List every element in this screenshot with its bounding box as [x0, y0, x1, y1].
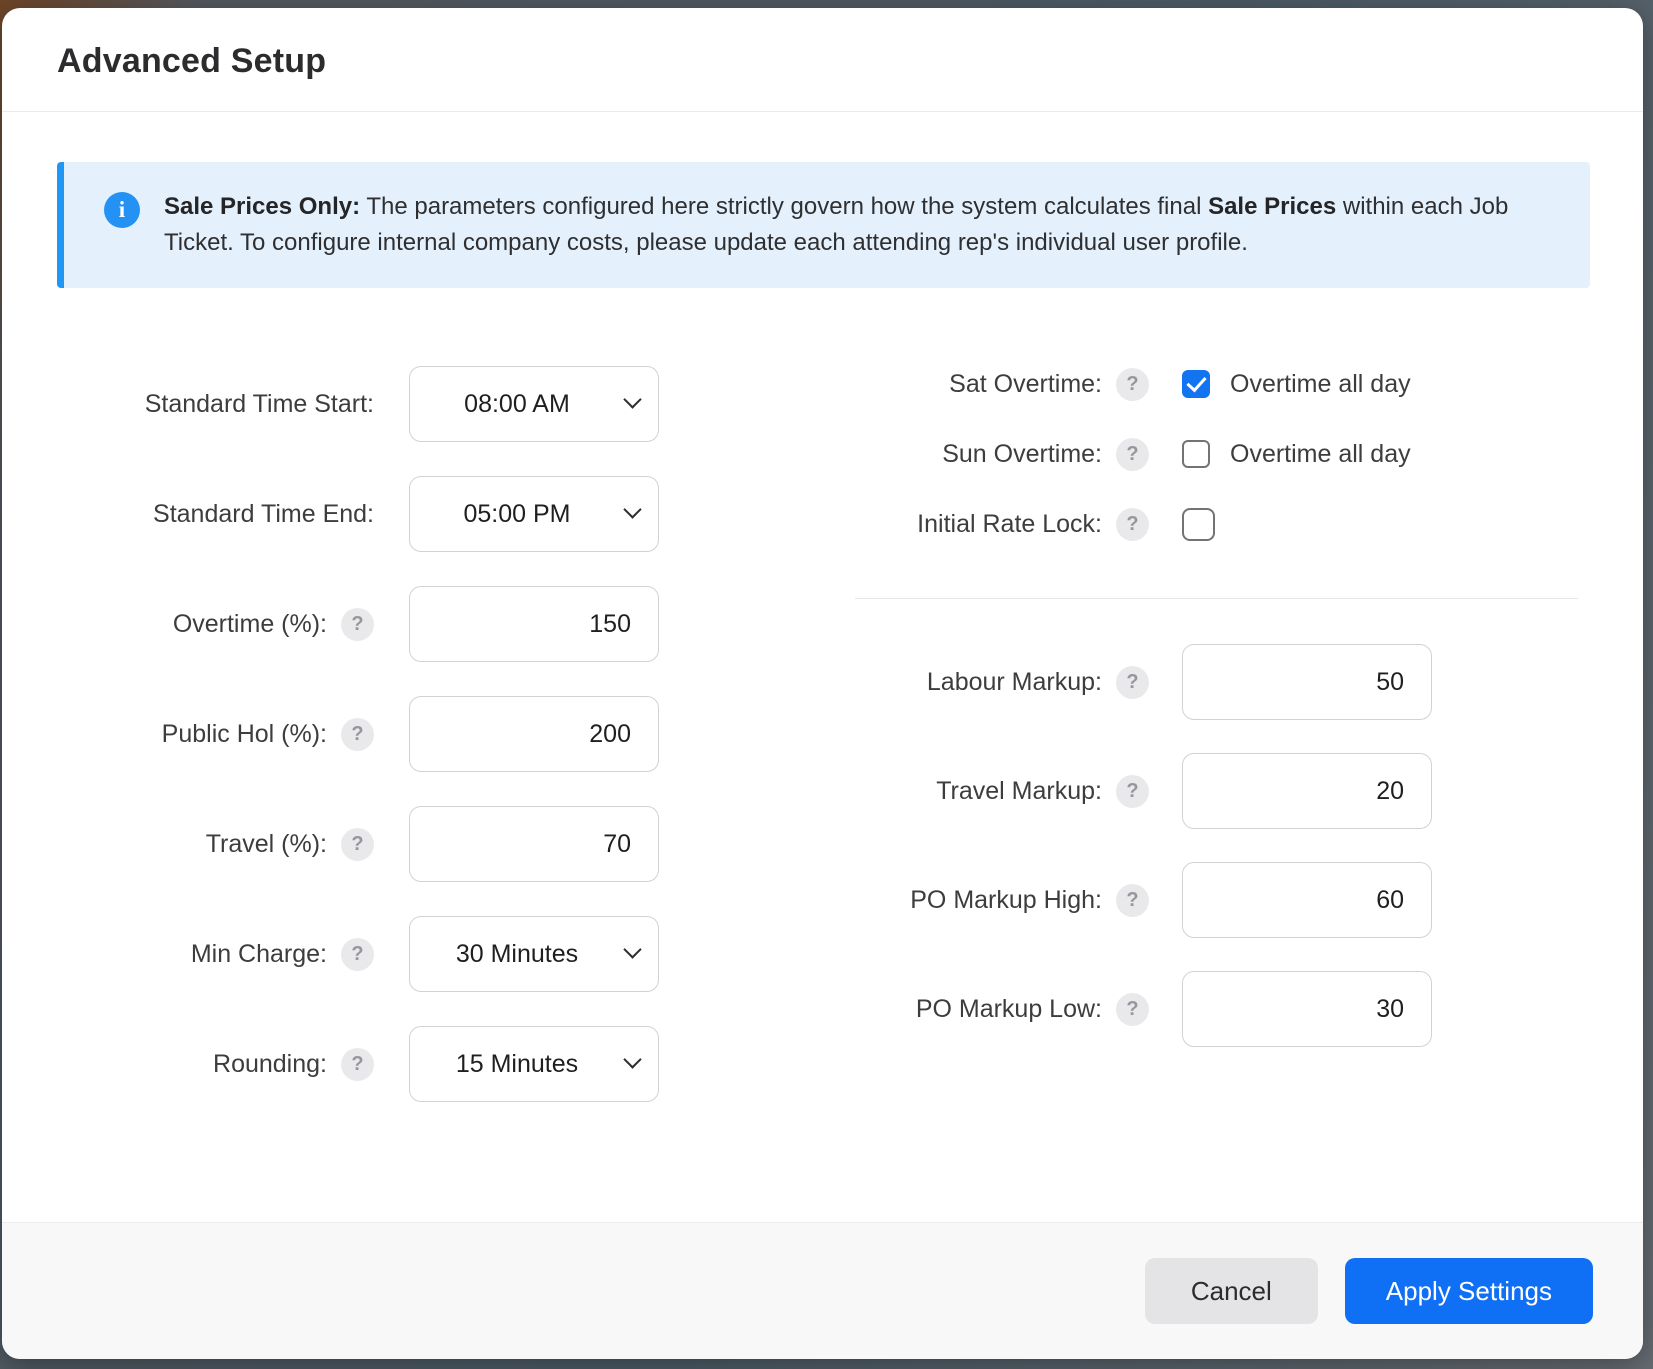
min-charge-label: Min Charge:: [191, 940, 327, 969]
dialog-title: Advanced Setup: [57, 42, 1588, 81]
po-markup-low-label: PO Markup Low:: [916, 995, 1102, 1024]
min-charge-value: 30 Minutes: [456, 940, 578, 969]
help-icon[interactable]: ?: [1116, 438, 1149, 471]
public-hol-percent-label: Public Hol (%):: [162, 720, 327, 749]
standard-time-end-select[interactable]: 05:00 PM: [409, 476, 659, 552]
initial-rate-lock-label: Initial Rate Lock:: [917, 510, 1102, 539]
field-row-sat-overtime: Sat Overtime: ? Overtime all day: [819, 366, 1590, 402]
field-row-standard-time-end: Standard Time End: 05:00 PM: [57, 476, 659, 552]
rounding-select[interactable]: 15 Minutes: [409, 1026, 659, 1102]
sat-overtime-checkbox[interactable]: [1182, 370, 1210, 398]
help-icon[interactable]: ?: [341, 718, 374, 751]
po-markup-low-input[interactable]: [1182, 971, 1432, 1047]
sun-overtime-checkbox-label: Overtime all day: [1230, 440, 1411, 469]
cancel-button[interactable]: Cancel: [1145, 1258, 1318, 1324]
min-charge-select[interactable]: 30 Minutes: [409, 916, 659, 992]
chevron-down-icon: [623, 390, 641, 408]
labour-markup-label: Labour Markup:: [927, 668, 1102, 697]
help-icon[interactable]: ?: [1116, 775, 1149, 808]
banner-bold-prefix: Sale Prices Only:: [164, 193, 360, 220]
form-columns: Standard Time Start: 08:00 AM Standard T…: [57, 366, 1590, 1136]
left-column: Standard Time Start: 08:00 AM Standard T…: [57, 366, 659, 1136]
field-row-min-charge: Min Charge: ? 30 Minutes: [57, 916, 659, 992]
field-row-sun-overtime: Sun Overtime: ? Overtime all day: [819, 436, 1590, 472]
standard-time-end-value: 05:00 PM: [463, 500, 570, 529]
overtime-percent-label: Overtime (%):: [173, 610, 327, 639]
standard-time-end-label: Standard Time End:: [153, 500, 374, 529]
labour-markup-input[interactable]: [1182, 644, 1432, 720]
apply-settings-button[interactable]: Apply Settings: [1345, 1258, 1593, 1324]
advanced-setup-dialog: Advanced Setup i Sale Prices Only: The p…: [2, 8, 1643, 1359]
rounding-label: Rounding:: [213, 1050, 327, 1079]
help-icon[interactable]: ?: [1116, 884, 1149, 917]
chevron-down-icon: [623, 500, 641, 518]
standard-time-start-label: Standard Time Start:: [145, 390, 374, 419]
field-row-public-hol-percent: Public Hol (%): ?: [57, 696, 659, 772]
help-icon[interactable]: ?: [1116, 993, 1149, 1026]
travel-percent-label: Travel (%):: [206, 830, 327, 859]
dialog-footer: Cancel Apply Settings: [2, 1222, 1643, 1359]
sun-overtime-label: Sun Overtime:: [942, 440, 1102, 469]
help-icon[interactable]: ?: [341, 608, 374, 641]
overtime-percent-input[interactable]: [409, 586, 659, 662]
help-icon[interactable]: ?: [341, 828, 374, 861]
help-icon[interactable]: ?: [1116, 666, 1149, 699]
initial-rate-lock-checkbox[interactable]: [1182, 508, 1215, 541]
sun-overtime-checkbox[interactable]: [1182, 440, 1210, 468]
help-icon[interactable]: ?: [341, 938, 374, 971]
travel-percent-input[interactable]: [409, 806, 659, 882]
right-column: Sat Overtime: ? Overtime all day Sun Ove…: [819, 366, 1590, 1136]
field-row-labour-markup: Labour Markup: ?: [819, 644, 1590, 720]
chevron-down-icon: [623, 940, 641, 958]
standard-time-start-select[interactable]: 08:00 AM: [409, 366, 659, 442]
field-row-overtime-percent: Overtime (%): ?: [57, 586, 659, 662]
banner-bold-mid: Sale Prices: [1208, 193, 1336, 220]
sat-overtime-checkbox-label: Overtime all day: [1230, 370, 1411, 399]
banner-text-1: The parameters configured here strictly …: [360, 193, 1208, 220]
chevron-down-icon: [623, 1050, 641, 1068]
public-hol-percent-input[interactable]: [409, 696, 659, 772]
travel-markup-label: Travel Markup:: [936, 777, 1102, 806]
field-row-standard-time-start: Standard Time Start: 08:00 AM: [57, 366, 659, 442]
info-banner-text: Sale Prices Only: The parameters configu…: [164, 189, 1524, 261]
sat-overtime-label: Sat Overtime:: [949, 370, 1102, 399]
field-row-po-markup-high: PO Markup High: ?: [819, 862, 1590, 938]
rounding-value: 15 Minutes: [456, 1050, 578, 1079]
standard-time-start-value: 08:00 AM: [464, 390, 570, 419]
field-row-po-markup-low: PO Markup Low: ?: [819, 971, 1590, 1047]
travel-markup-input[interactable]: [1182, 753, 1432, 829]
info-icon: i: [104, 192, 140, 228]
po-markup-high-label: PO Markup High:: [910, 886, 1102, 915]
info-banner: i Sale Prices Only: The parameters confi…: [57, 162, 1590, 288]
dialog-body: i Sale Prices Only: The parameters confi…: [2, 112, 1643, 1222]
help-icon[interactable]: ?: [1116, 368, 1149, 401]
help-icon[interactable]: ?: [1116, 508, 1149, 541]
field-row-travel-markup: Travel Markup: ?: [819, 753, 1590, 829]
help-icon[interactable]: ?: [341, 1048, 374, 1081]
field-row-rounding: Rounding: ? 15 Minutes: [57, 1026, 659, 1102]
field-row-initial-rate-lock: Initial Rate Lock: ?: [819, 506, 1590, 542]
dialog-header: Advanced Setup: [2, 8, 1643, 112]
field-row-travel-percent: Travel (%): ?: [57, 806, 659, 882]
section-divider: [855, 598, 1578, 599]
po-markup-high-input[interactable]: [1182, 862, 1432, 938]
